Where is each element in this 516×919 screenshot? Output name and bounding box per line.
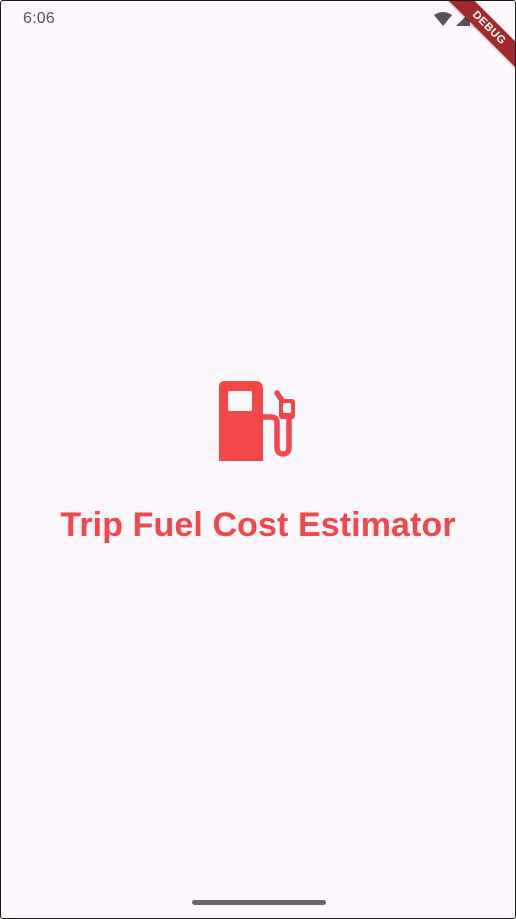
home-indicator[interactable] — [192, 900, 326, 905]
status-icons — [434, 10, 483, 28]
cellular-signal-icon — [456, 12, 470, 26]
status-bar: 6:06 — [1, 1, 515, 37]
fuel-pump-icon — [219, 381, 297, 466]
wifi-icon — [434, 12, 452, 26]
status-time: 6:06 — [23, 10, 55, 27]
battery-icon — [474, 11, 483, 27]
app-title: Trip Fuel Cost Estimator — [60, 506, 456, 544]
phone-screen: 6:06 DEBUG Trip Fuel Cost Estimator — [0, 0, 516, 919]
splash-content: Trip Fuel Cost Estimator — [1, 381, 515, 545]
